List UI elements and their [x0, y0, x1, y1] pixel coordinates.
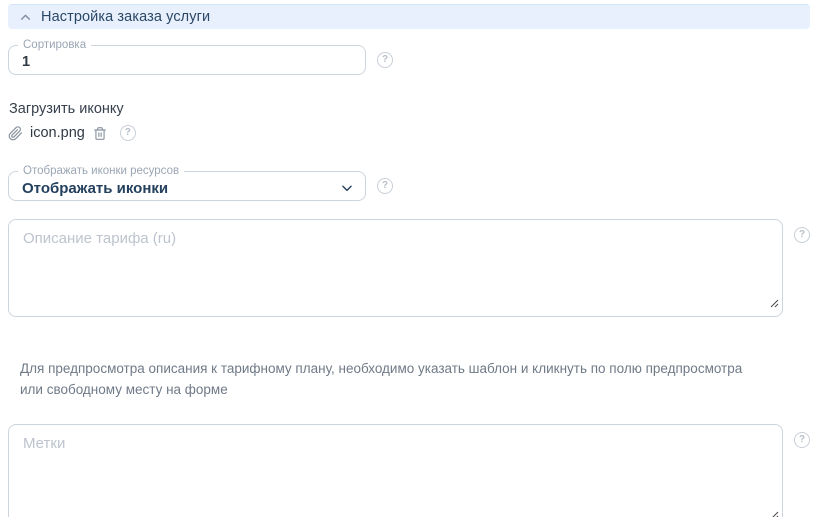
section-title: Настройка заказа услуги — [41, 9, 210, 25]
sort-field: Сортировка — [8, 45, 366, 75]
resource-icons-select[interactable]: Отображать иконки ресурсов Отображать ик… — [8, 171, 366, 201]
chevron-down-icon — [340, 181, 354, 195]
paperclip-icon — [8, 126, 23, 141]
service-order-settings-form: Настройка заказа услуги Сортировка ? Заг… — [0, 0, 817, 517]
sort-help-icon[interactable]: ? — [377, 52, 393, 68]
section-header[interactable]: Настройка заказа услуги — [8, 4, 810, 29]
tags-help-icon[interactable]: ? — [794, 432, 810, 448]
sort-input[interactable] — [9, 50, 365, 70]
sort-field-row: Сортировка ? — [8, 45, 810, 75]
description-field — [8, 219, 783, 317]
tags-row: ? — [8, 424, 810, 517]
description-help-icon[interactable]: ? — [794, 227, 810, 243]
preview-hint-text: Для предпросмотра описания к тарифному п… — [20, 359, 762, 401]
icons-select-help-icon[interactable]: ? — [377, 178, 393, 194]
delete-file-icon[interactable] — [93, 126, 107, 141]
upload-icon-label: Загрузить иконку — [9, 101, 810, 117]
icons-select-label: Отображать иконки ресурсов — [18, 164, 184, 178]
chevron-up-icon[interactable] — [19, 11, 32, 24]
tags-textarea[interactable] — [9, 425, 782, 517]
icons-select-row: Отображать иконки ресурсов Отображать ик… — [8, 171, 810, 201]
attached-file-name[interactable]: icon.png — [30, 125, 85, 141]
description-row: ? — [8, 219, 810, 317]
resize-handle-icon[interactable] — [770, 507, 779, 517]
icons-select-value: Отображать иконки — [22, 180, 168, 197]
description-textarea[interactable] — [9, 220, 782, 316]
attachment-row: icon.png ? — [8, 124, 810, 142]
upload-help-icon[interactable]: ? — [120, 125, 136, 141]
sort-field-label: Сортировка — [18, 38, 91, 52]
tags-field — [8, 424, 783, 517]
resize-handle-icon[interactable] — [770, 295, 779, 313]
